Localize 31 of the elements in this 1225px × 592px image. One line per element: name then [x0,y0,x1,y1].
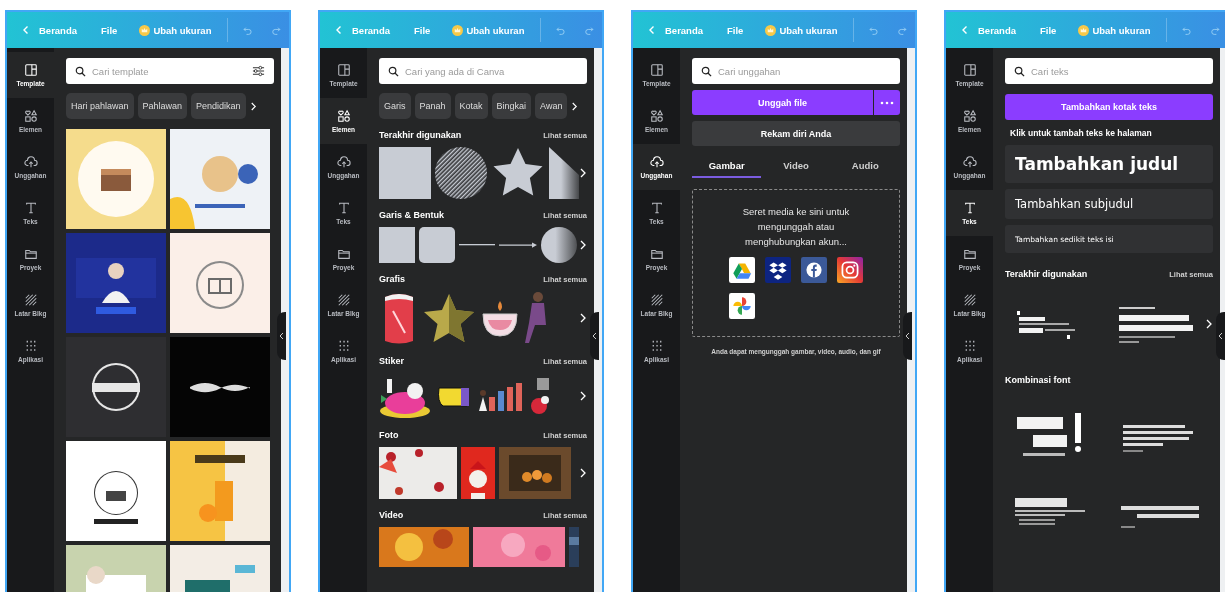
section-title: Grafis [379,274,405,284]
search-field[interactable]: Cari teks [1005,58,1213,84]
category-chip[interactable]: Hari pahlawan [66,93,134,119]
category-chip[interactable]: Kotak [454,93,488,119]
section-title: Terakhir digunakan [379,130,462,140]
add-text-box-button[interactable]: Tambahkan kotak teks [1005,94,1213,120]
media-tab[interactable]: Video [761,154,831,178]
heading-preset[interactable]: Tambahkan judul [1005,145,1213,183]
drop-zone[interactable]: Seret media ke sini untuk mengunggah atau menghubungkan akun... [692,189,900,337]
media-tab[interactable]: Audio [830,154,900,178]
category-chip[interactable]: Pahlawan [137,93,188,119]
media-tab[interactable]: Gambar [692,154,762,178]
section-title: Garis & Bentuk [379,210,445,220]
drop-zone-text: Seret media ke sini untuk mengunggah atau menghubungkan akun... [741,205,851,249]
upload-button[interactable]: Unggah file [692,90,873,115]
section-title: Stiker [379,356,404,366]
search-field[interactable]: Cari yang ada di Canva [379,58,587,84]
text-hint: Klik untuk tambah teks ke halaman [1009,128,1153,138]
section-title: Kombinasi font [1005,375,1071,385]
category-chip[interactable]: Bingkai [491,93,532,119]
search-field[interactable]: Cari template [66,58,274,84]
category-chip[interactable]: Awan [535,93,568,119]
search-field[interactable]: Cari unggahan [692,58,900,84]
section-title: Foto [379,430,399,440]
subheading-preset[interactable]: Tambahkan subjudul [1005,189,1213,219]
category-chip[interactable]: Garis [379,93,411,119]
category-chip[interactable]: Pendidikan [191,93,246,119]
category-chip[interactable]: Panah [414,93,451,119]
section-title: Terakhir digunakan [1005,269,1088,279]
section-title: Video [379,510,404,520]
record-button[interactable]: Rekam diri Anda [692,121,900,146]
